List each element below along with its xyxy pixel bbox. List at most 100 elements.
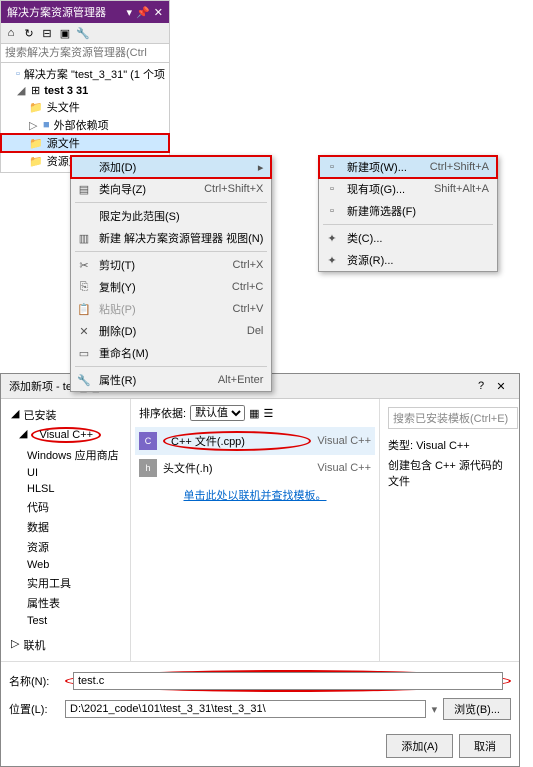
menu-add[interactable]: 添加(D)▸ <box>71 156 271 178</box>
name-label: 名称(N): <box>9 673 59 689</box>
solution-node[interactable]: ▫解决方案 "test_3_31" (1 个项 <box>1 65 169 83</box>
cat-hlsl[interactable]: HLSL <box>5 481 126 497</box>
shortcut: Ctrl+Shift+A <box>430 161 489 173</box>
cat-propsheet[interactable]: 属性表 <box>5 593 126 613</box>
sort-select[interactable]: 默认值 <box>190 405 245 421</box>
add-new-item-dialog: 添加新项 - test_3_31 ? ✕ ◢已安装 ◢Visual C++ Wi… <box>0 373 520 767</box>
home-icon[interactable]: ⌂ <box>3 25 19 41</box>
cat-web[interactable]: Web <box>5 557 126 573</box>
properties-icon[interactable]: 🔧 <box>75 25 91 41</box>
existing-icon: ▫ <box>325 183 339 195</box>
menu-delete[interactable]: ✕删除(D)Del <box>71 320 271 342</box>
show-all-icon[interactable]: ▣ <box>57 25 73 41</box>
menu-label: 粘贴(P) <box>99 301 213 317</box>
menu-label: 新建项(W)... <box>347 159 410 175</box>
location-input[interactable] <box>65 700 426 718</box>
panel-title: 解决方案资源管理器 <box>7 4 123 20</box>
search-row <box>1 44 169 63</box>
menu-new-view[interactable]: ▥新建 解决方案资源管理器 视图(N) <box>71 227 271 249</box>
online-link-row: 单击此处以联机并查找模板。 <box>135 481 375 509</box>
refresh-icon[interactable]: ↻ <box>21 25 37 41</box>
menu-label: 现有项(G)... <box>347 181 414 197</box>
cat-utility[interactable]: 实用工具 <box>5 573 126 593</box>
headers-node[interactable]: 📁头文件 <box>1 98 169 116</box>
menu-resource[interactable]: ✦ 资源(R)... <box>319 249 497 271</box>
name-row: 名称(N): <box>9 670 511 692</box>
menu-properties[interactable]: 🔧属性(R)Alt+Enter <box>71 369 271 391</box>
menu-label: 重命名(M) <box>99 345 263 361</box>
add-button[interactable]: 添加(A) <box>386 734 453 758</box>
menu-existing-item[interactable]: ▫现有项(G)...Shift+Alt+A <box>319 178 497 200</box>
menu-label: 新建筛选器(F) <box>347 203 489 219</box>
panel-toolbar: ⌂ ↻ ⊟ ▣ 🔧 <box>1 23 169 44</box>
sort-row: 排序依据: 默认值 ▦ ☰ <box>135 403 375 427</box>
type-desc: 创建包含 C++ 源代码的文件 <box>388 457 511 489</box>
search-input[interactable] <box>3 46 167 60</box>
template-cpp-file[interactable]: C C++ 文件(.cpp) Visual C++ <box>135 427 375 455</box>
menu-label: 资源(R)... <box>347 252 489 268</box>
cat-ui[interactable]: UI <box>5 465 126 481</box>
template-label: 头文件(.h) <box>163 460 311 476</box>
h-icon: h <box>139 459 157 477</box>
sort-label: 排序依据: <box>139 405 186 421</box>
cat-resource[interactable]: 资源 <box>5 537 126 557</box>
menu-new-item[interactable]: ▫新建项(W)...Ctrl+Shift+A <box>319 156 497 178</box>
source-files-node[interactable]: 📁源文件 <box>1 134 169 152</box>
menu-scope[interactable]: 限定为此范围(S) <box>71 205 271 227</box>
external-node[interactable]: ▷■外部依赖项 <box>1 116 169 134</box>
dialog-buttons: 添加(A) 取消 <box>1 734 519 766</box>
chevron-down-icon: ◢ <box>11 407 19 423</box>
shortcut: Ctrl+C <box>232 281 263 293</box>
help-button[interactable]: ? <box>471 380 491 392</box>
resource-icon: ✦ <box>325 254 339 267</box>
menu-class-wizard[interactable]: ▤类向导(Z)Ctrl+Shift+X <box>71 178 271 200</box>
menu-label: 属性(R) <box>99 372 198 388</box>
context-menu-add-sub: ▫新建项(W)...Ctrl+Shift+A ▫现有项(G)...Shift+A… <box>318 155 498 272</box>
template-search-input[interactable]: 搜索已安装模板(Ctrl+E) <box>388 407 518 429</box>
pin-icon[interactable]: 📌 <box>136 6 150 19</box>
shortcut: Del <box>247 325 264 337</box>
view-icon: ▥ <box>77 232 91 245</box>
close-button[interactable]: ✕ <box>491 380 511 393</box>
cat-code[interactable]: 代码 <box>5 497 126 517</box>
menu-cut[interactable]: ✂剪切(T)Ctrl+X <box>71 254 271 276</box>
browse-button[interactable]: 浏览(B)... <box>443 698 511 720</box>
cancel-button[interactable]: 取消 <box>459 734 511 758</box>
location-label: 位置(L): <box>9 701 59 717</box>
project-node[interactable]: ◢⊞test 3 31 <box>1 83 169 98</box>
menu-rename[interactable]: ▭ 重命名(M) <box>71 342 271 364</box>
menu-new-filter[interactable]: ▫新建筛选器(F) <box>319 200 497 222</box>
name-input[interactable] <box>73 672 503 690</box>
cat-windows-store[interactable]: Windows 应用商店 <box>5 445 126 465</box>
online-header[interactable]: ▷联机 <box>5 635 126 655</box>
dropdown-icon[interactable]: ▾ <box>127 6 133 19</box>
close-icon[interactable]: ✕ <box>154 6 163 19</box>
cat-data[interactable]: 数据 <box>5 517 126 537</box>
panel-header: 解决方案资源管理器 ▾ 📌 ✕ <box>1 1 169 23</box>
template-header-file[interactable]: h 头文件(.h) Visual C++ <box>135 455 375 481</box>
template-pane: 排序依据: 默认值 ▦ ☰ C C++ 文件(.cpp) Visual C++ … <box>131 399 379 661</box>
cat-test[interactable]: Test <box>5 613 126 629</box>
dialog-form: 名称(N): 位置(L): ▾ 浏览(B)... <box>1 662 519 734</box>
view-list-icon[interactable]: ☰ <box>263 407 273 420</box>
menu-label: 复制(Y) <box>99 279 212 295</box>
menu-copy[interactable]: ⎘ 复制(Y) Ctrl+C <box>71 276 271 298</box>
view-tiles-icon[interactable]: ▦ <box>249 407 259 420</box>
type-value: Visual C++ <box>416 440 470 452</box>
separator <box>75 202 267 203</box>
paste-icon: 📋 <box>77 303 91 316</box>
installed-header[interactable]: ◢已安装 <box>5 405 126 425</box>
dialog-body: ◢已安装 ◢Visual C++ Windows 应用商店 UI HLSL 代码… <box>1 399 519 766</box>
collapse-icon[interactable]: ⊟ <box>39 25 55 41</box>
rename-icon: ▭ <box>77 347 91 360</box>
location-row: 位置(L): ▾ 浏览(B)... <box>9 698 511 720</box>
template-lang: Visual C++ <box>317 462 371 474</box>
copy-icon: ⎘ <box>77 281 91 294</box>
cat-visual-cpp-parent[interactable]: ◢Visual C++ <box>5 425 126 445</box>
menu-label: 剪切(T) <box>99 257 213 273</box>
node-label: 源文件 <box>47 135 80 151</box>
menu-paste[interactable]: 📋粘贴(P)Ctrl+V <box>71 298 271 320</box>
dropdown-icon[interactable]: ▾ <box>432 703 438 716</box>
menu-class[interactable]: ✦类(C)... <box>319 227 497 249</box>
find-templates-link[interactable]: 单击此处以联机并查找模板。 <box>184 490 327 502</box>
